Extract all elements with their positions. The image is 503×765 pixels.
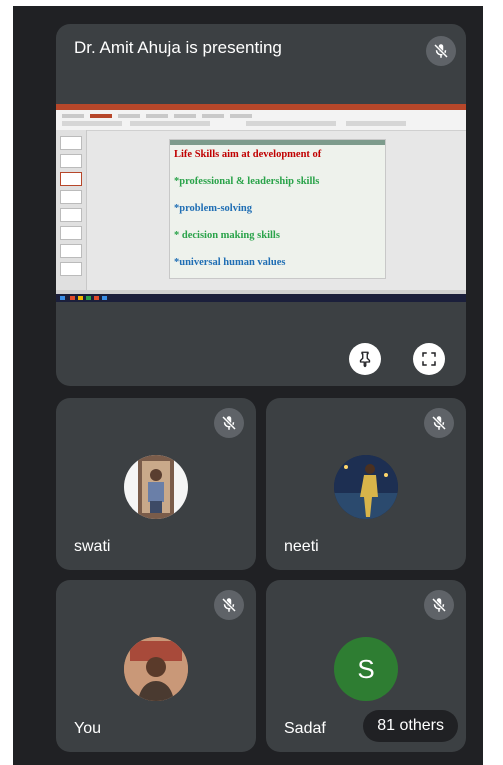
avatar (334, 455, 398, 519)
mic-off-icon (426, 36, 456, 66)
participant-tile-you[interactable]: You (56, 580, 256, 752)
presenter-label: Dr. Amit Ahuja is presenting (74, 38, 282, 57)
slide-line: *professional & leadership skills (174, 176, 320, 187)
slide-thumbnails (56, 130, 87, 290)
avatar: S (334, 637, 398, 701)
meeting-screen: Dr. Amit Ahuja is presenting Life Skills… (13, 6, 483, 765)
presentation-tile[interactable]: Dr. Amit Ahuja is presenting Life Skills… (56, 24, 466, 386)
shared-screen: Life Skills aim at development of *profe… (56, 104, 466, 302)
participant-tile-swati[interactable]: swati (56, 398, 256, 570)
participant-name: Sadaf (284, 720, 326, 737)
others-count-badge[interactable]: 81 others (363, 710, 458, 742)
avatar (124, 637, 188, 701)
slide-content: Life Skills aim at development of *profe… (169, 139, 386, 279)
fullscreen-button[interactable] (413, 343, 445, 375)
fullscreen-icon (422, 352, 436, 366)
pin-icon (359, 351, 371, 368)
ppt-ribbon (56, 110, 466, 131)
mic-off-icon (424, 590, 454, 620)
avatar (124, 455, 188, 519)
mic-off-icon (214, 590, 244, 620)
participant-name: You (74, 720, 101, 737)
participant-name: swati (74, 538, 111, 555)
windows-taskbar (56, 294, 466, 302)
participant-name: neeti (284, 538, 319, 555)
slide-line: * decision making skills (174, 230, 280, 241)
slide-line: *universal human values (174, 257, 286, 268)
participant-tile-neeti[interactable]: neeti (266, 398, 466, 570)
mic-off-icon (214, 408, 244, 438)
pin-button[interactable] (349, 343, 381, 375)
slide-line: Life Skills aim at development of (174, 149, 322, 160)
participant-tile-sadaf[interactable]: S Sadaf 81 others (266, 580, 466, 752)
slide-line: *problem-solving (174, 203, 252, 214)
mic-off-icon (424, 408, 454, 438)
